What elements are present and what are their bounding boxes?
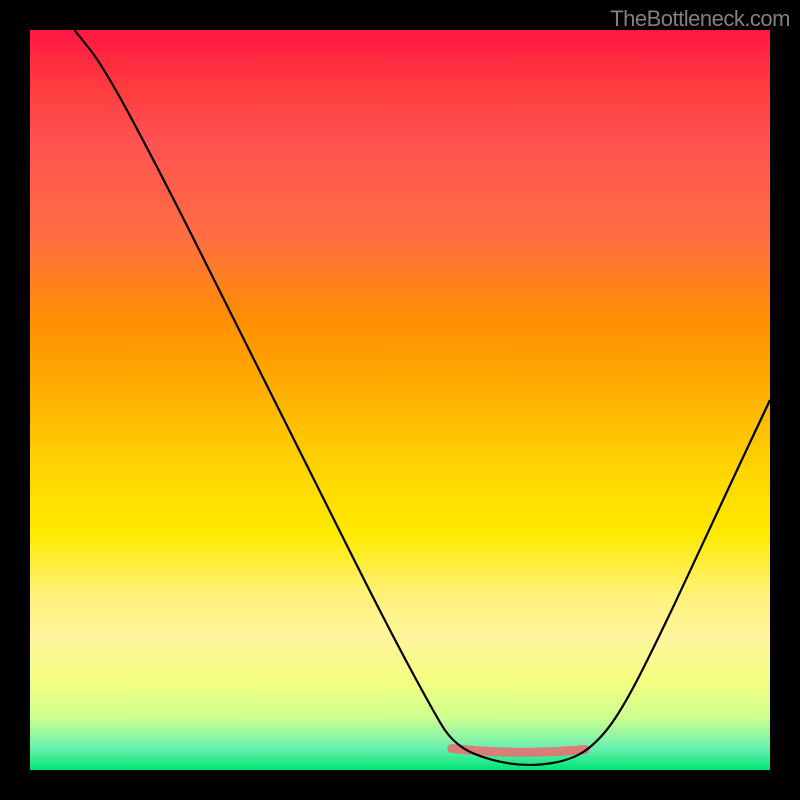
bottleneck-curve	[74, 30, 770, 765]
watermark-text: TheBottleneck.com	[610, 6, 790, 32]
chart-overlay	[30, 30, 770, 770]
chart-container: TheBottleneck.com	[0, 0, 800, 800]
